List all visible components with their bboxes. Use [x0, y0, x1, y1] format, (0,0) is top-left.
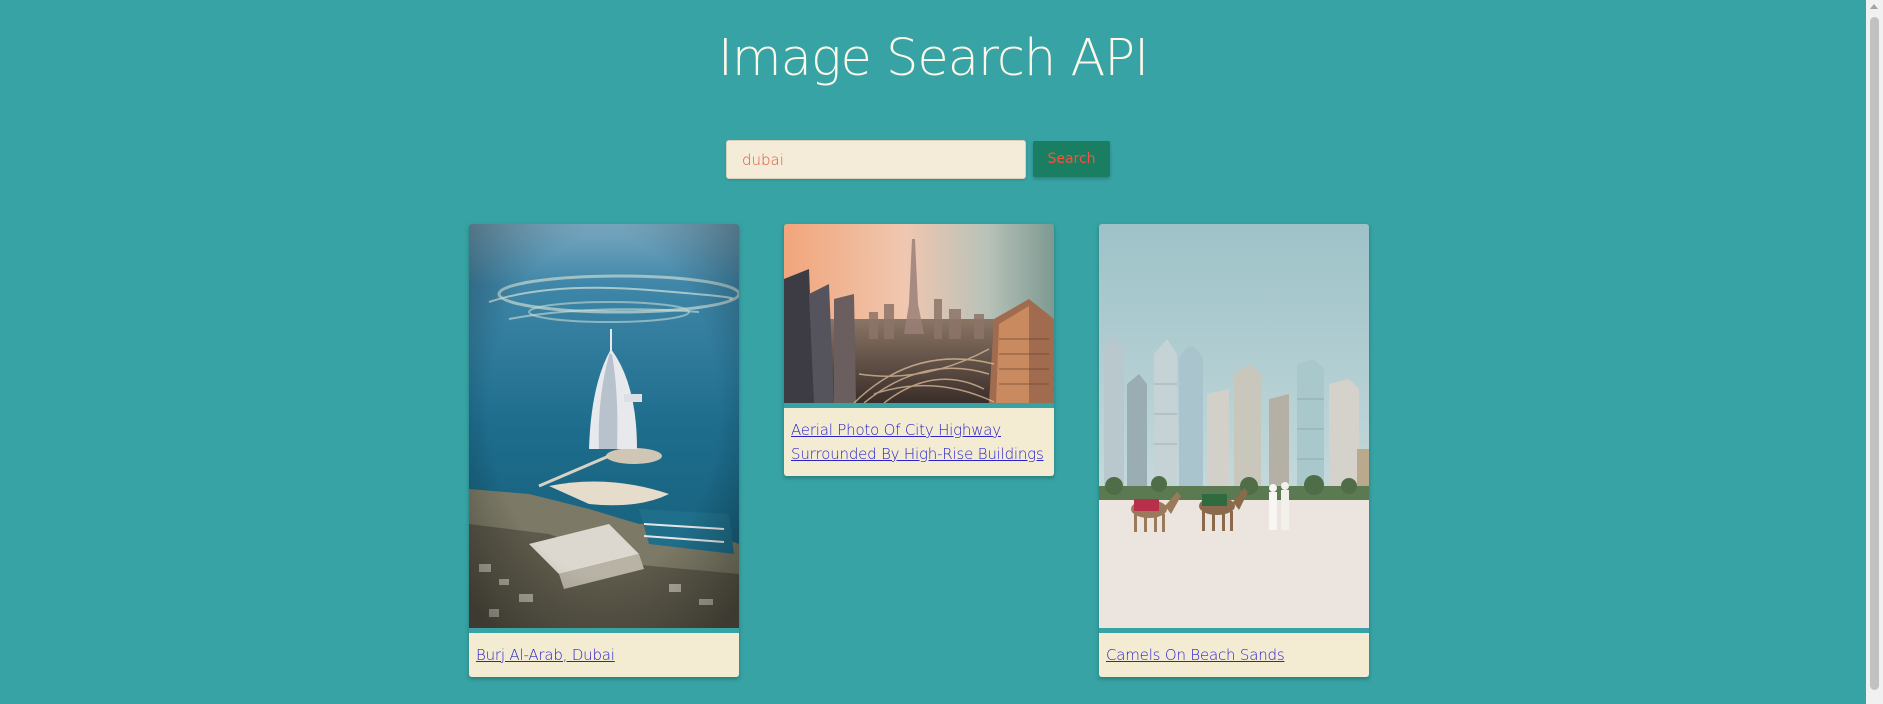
- result-card: Camels On Beach Sands: [1099, 224, 1369, 677]
- result-image-camels-beach[interactable]: [1099, 224, 1369, 628]
- result-image-aerial-city[interactable]: [784, 224, 1054, 403]
- result-card: Burj Al-Arab, Dubai: [469, 224, 739, 677]
- search-button[interactable]: Search: [1033, 141, 1110, 177]
- page-title: Image Search API: [717, 29, 1149, 88]
- vertical-scrollbar[interactable]: [1866, 0, 1883, 704]
- result-card: Aerial Photo Of City Highway Surrounded …: [784, 224, 1054, 476]
- result-caption: Burj Al-Arab, Dubai: [469, 633, 739, 677]
- search-input[interactable]: [726, 140, 1026, 179]
- result-link[interactable]: Burj Al-Arab, Dubai: [476, 646, 615, 664]
- result-caption: Camels On Beach Sands: [1099, 633, 1369, 677]
- result-caption: Aerial Photo Of City Highway Surrounded …: [784, 408, 1054, 476]
- result-link[interactable]: Camels On Beach Sands: [1106, 646, 1285, 664]
- scrollbar-thumb[interactable]: [1870, 17, 1879, 690]
- result-link[interactable]: Aerial Photo Of City Highway Surrounded …: [791, 421, 1044, 463]
- search-form: Search: [726, 140, 1110, 179]
- result-image-burj-al-arab[interactable]: [469, 224, 739, 628]
- scroll-up-arrow-icon[interactable]: [1870, 4, 1878, 9]
